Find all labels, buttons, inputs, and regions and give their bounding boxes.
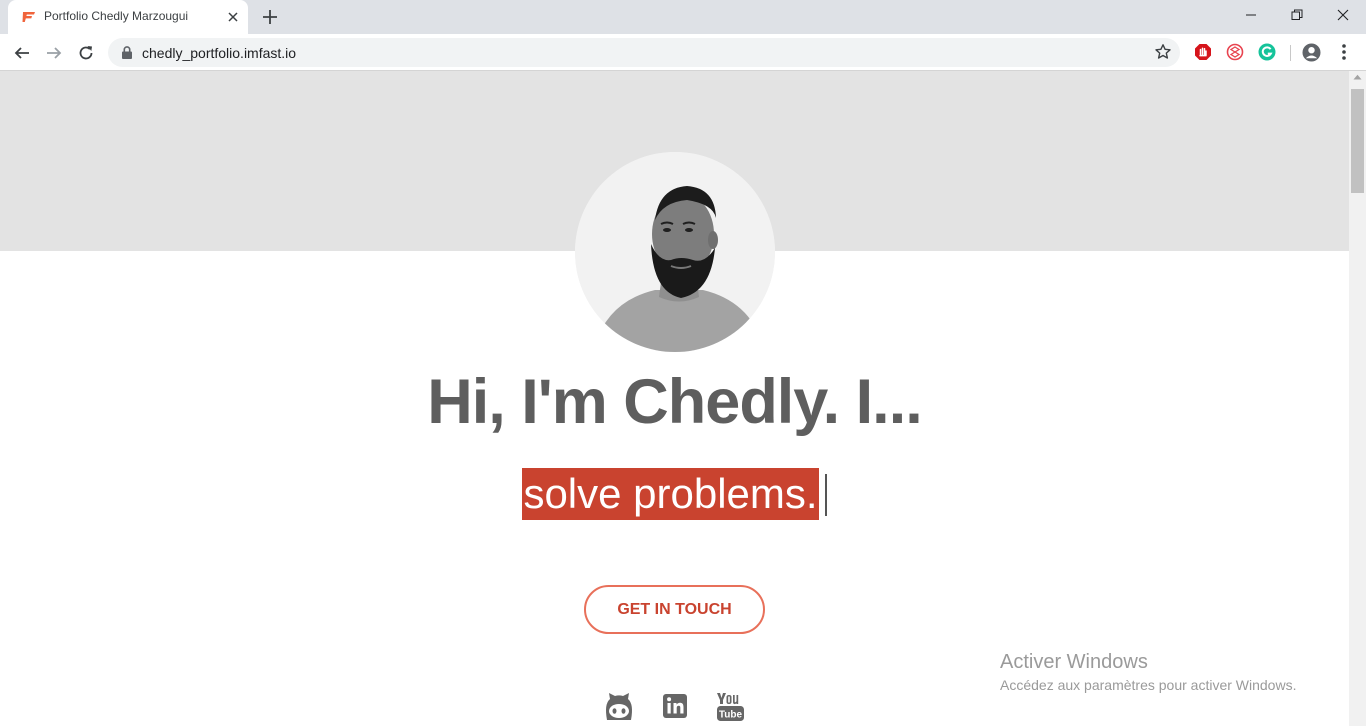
close-icon [1337, 9, 1349, 21]
typed-text-container: solve problems. [0, 468, 1349, 520]
arrow-left-icon [14, 47, 29, 59]
profile-icon[interactable] [1302, 43, 1321, 62]
url-text[interactable]: chedly_portfolio.imfast.io [142, 45, 296, 61]
restore-button[interactable] [1274, 0, 1320, 30]
minimize-icon [1246, 14, 1256, 16]
grammarly-extension-icon[interactable] [1258, 43, 1276, 61]
minimize-button[interactable] [1228, 0, 1274, 30]
svg-text:Tube: Tube [719, 710, 743, 721]
site-favicon-icon [22, 12, 35, 22]
arrow-right-icon [47, 47, 62, 59]
youtube-link[interactable]: Tube [715, 690, 747, 722]
github-icon [606, 693, 632, 720]
tab-portfolio[interactable]: Portfolio Chedly Marzougui [8, 0, 248, 34]
reload-icon [79, 46, 93, 60]
scrollbar-thumb[interactable] [1351, 89, 1364, 193]
toolbar-divider [1290, 45, 1291, 61]
browser-toolbar: chedly_portfolio.imfast.io [0, 34, 1366, 71]
linkedin-icon [663, 694, 687, 718]
restore-icon [1291, 9, 1303, 20]
scroll-up-arrow-icon[interactable] [1353, 74, 1362, 80]
forward-button[interactable] [42, 41, 66, 65]
page-scrollbar[interactable] [1349, 71, 1366, 726]
youtube-icon: Tube [717, 693, 744, 721]
lock-icon[interactable] [120, 45, 134, 60]
tab-title: Portfolio Chedly Marzougui [44, 9, 189, 23]
reload-button[interactable] [74, 41, 98, 65]
get-in-touch-button[interactable]: GET IN TOUCH [584, 585, 765, 634]
typed-text-highlight: solve problems. [522, 468, 819, 520]
adblock-extension-icon[interactable] [1194, 43, 1212, 61]
close-tab-icon[interactable] [224, 8, 242, 26]
back-button[interactable] [10, 41, 34, 65]
profile-photo [575, 152, 775, 352]
windows-activation-title: Activer Windows [1000, 651, 1148, 673]
address-bar[interactable]: chedly_portfolio.imfast.io [108, 38, 1180, 67]
linkedin-link[interactable] [660, 690, 692, 722]
bookmark-star-icon[interactable] [1154, 43, 1172, 61]
github-link[interactable] [603, 690, 635, 722]
windows-activation-subtitle: Accédez aux paramètres pour activer Wind… [1000, 677, 1297, 693]
new-tab-icon[interactable] [260, 7, 280, 27]
shield-extension-icon[interactable] [1226, 43, 1244, 61]
typing-caret [824, 474, 827, 516]
more-menu-icon[interactable] [1336, 42, 1352, 62]
tab-strip: Portfolio Chedly Marzougui [0, 0, 1366, 34]
page-viewport: Hi, I'm Chedly. I... solve problems. GET… [0, 71, 1349, 726]
page-headline: Hi, I'm Chedly. I... [427, 367, 922, 437]
portrait-image [575, 152, 775, 352]
close-window-button[interactable] [1320, 0, 1366, 30]
